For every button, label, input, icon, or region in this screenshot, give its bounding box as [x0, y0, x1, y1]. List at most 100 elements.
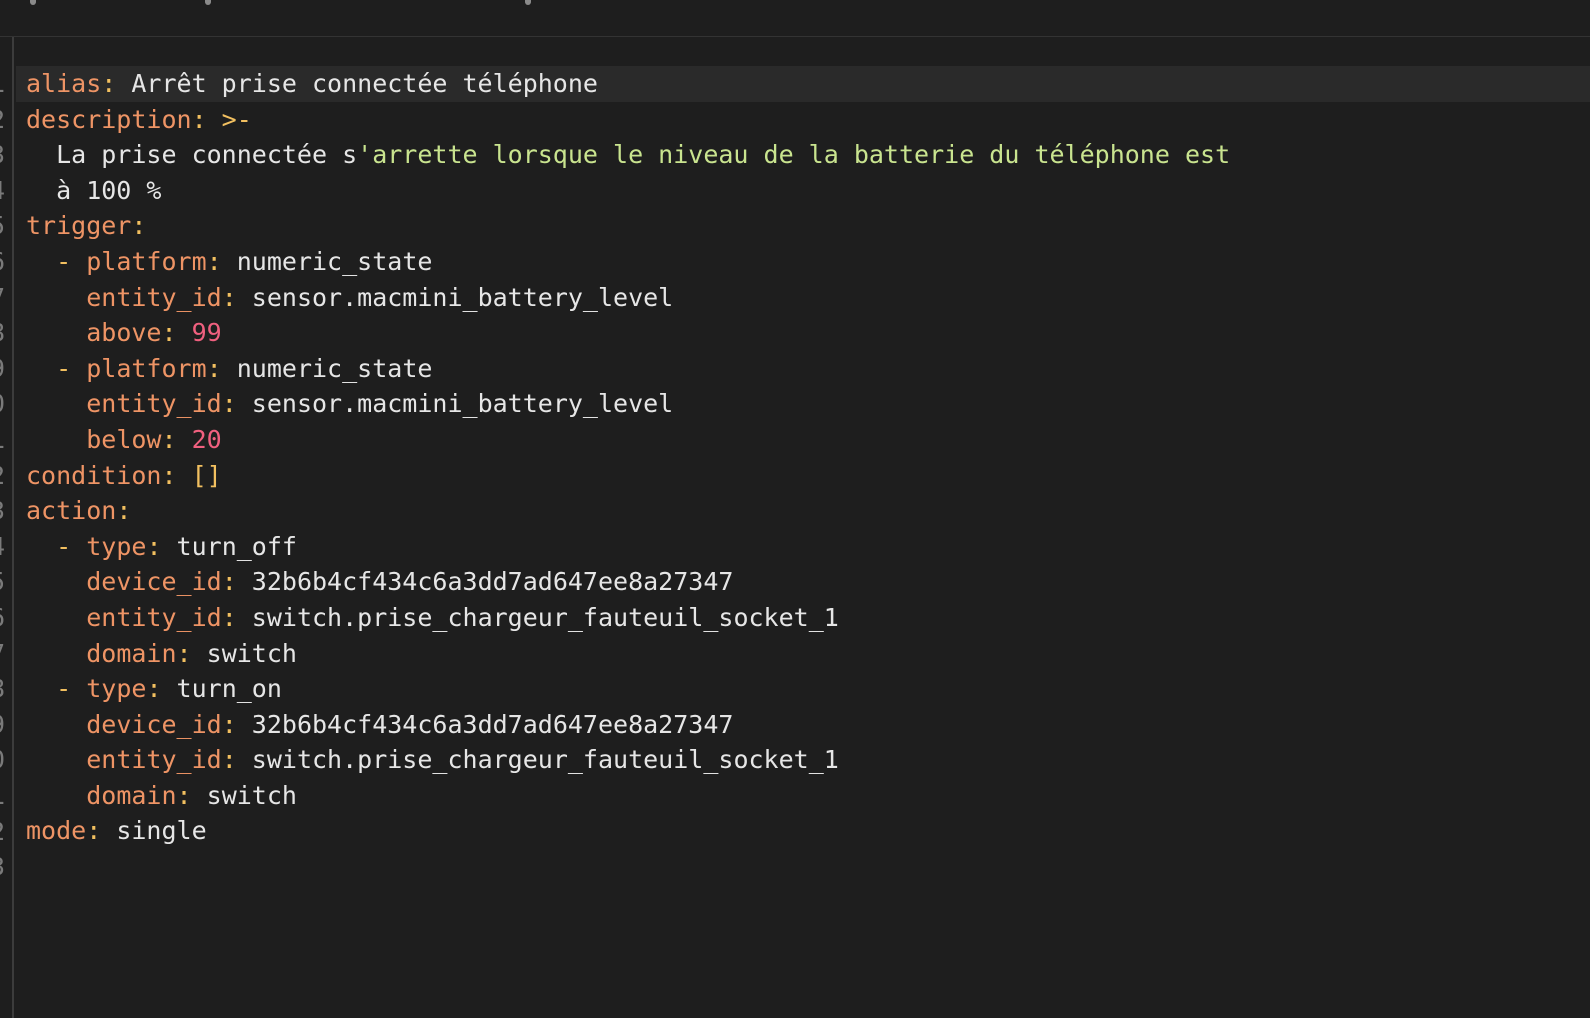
yaml-punctuation: - [26, 531, 87, 561]
code-line[interactable]: à 100 % [16, 173, 1590, 209]
yaml-value: Arrêt prise connectée téléphone [131, 69, 598, 98]
line-number: 7 [0, 280, 5, 316]
code-line[interactable]: device_id: 32b6b4cf434c6a3dd7ad647ee8a27… [16, 564, 1590, 600]
code-line[interactable]: description: >- [16, 102, 1590, 138]
code-line[interactable]: - type: turn_on [16, 671, 1590, 707]
yaml-punctuation: : [221, 709, 252, 739]
yaml-punctuation: : [206, 353, 237, 383]
code-line[interactable]: - platform: numeric_state [16, 351, 1590, 387]
line-number: 3 [0, 137, 5, 173]
yaml-punctuation: : [221, 389, 252, 419]
code-area[interactable]: alias: Arrêt prise connectée téléphone de… [16, 66, 1590, 885]
code-line[interactable]: condition: [] [16, 458, 1590, 494]
yaml-value [26, 639, 86, 668]
code-line[interactable]: La prise connectée s'arrette lorsque le … [16, 137, 1590, 173]
code-line[interactable]: - type: turn_off [16, 529, 1590, 565]
yaml-key: device_id [86, 567, 222, 597]
yaml-punctuation: : [146, 674, 177, 704]
yaml-number: 99 [191, 318, 222, 348]
yaml-key: domain [86, 780, 177, 810]
line-number: 0 [0, 386, 5, 422]
code-line[interactable]: alias: Arrêt prise connectée téléphone [16, 66, 1590, 102]
yaml-key: platform [86, 246, 207, 276]
partial-glyph-icon [525, 0, 531, 5]
line-number: 7 [0, 636, 5, 672]
yaml-punctuation: - [26, 246, 87, 276]
code-line[interactable]: entity_id: sensor.macmini_battery_level [16, 280, 1590, 316]
yaml-key: below [86, 424, 162, 454]
yaml-key: entity_id [86, 282, 222, 312]
code-line[interactable]: trigger: [16, 208, 1590, 244]
yaml-key: condition [26, 460, 162, 490]
yaml-punctuation: : [146, 531, 177, 561]
yaml-key: description [26, 104, 192, 134]
yaml-key: entity_id [86, 389, 222, 419]
line-number: 4 [0, 173, 5, 209]
yaml-number: 20 [191, 424, 222, 454]
yaml-punctuation: : [] [161, 460, 222, 490]
code-line[interactable]: device_id: 32b6b4cf434c6a3dd7ad647ee8a27… [16, 707, 1590, 743]
yaml-key: type [86, 531, 147, 561]
yaml-value: switch [206, 638, 297, 668]
line-number: 1 [0, 778, 5, 814]
yaml-punctuation: : [101, 69, 132, 98]
yaml-key: alias [26, 69, 102, 98]
code-line[interactable] [16, 849, 1590, 885]
yaml-punctuation: - [26, 353, 87, 383]
code-line[interactable]: entity_id: sensor.macmini_battery_level [16, 386, 1590, 422]
yaml-key: device_id [86, 709, 222, 739]
line-number: 9 [0, 351, 5, 387]
yaml-key: action [26, 496, 117, 526]
yaml-punctuation: : [221, 745, 252, 775]
yaml-value: turn_on [176, 674, 282, 704]
yaml-punctuation: : [161, 424, 192, 454]
code-line[interactable]: domain: switch [16, 636, 1590, 672]
code-line[interactable]: action: [16, 493, 1590, 529]
yaml-value: 32b6b4cf434c6a3dd7ad647ee8a27347 [251, 709, 734, 739]
line-number-gutter: 12345678901234567890123 [0, 37, 14, 1018]
yaml-value [26, 710, 86, 739]
yaml-punctuation: : [176, 638, 207, 668]
yaml-value: switch [206, 780, 297, 810]
yaml-value: 32b6b4cf434c6a3dd7ad647ee8a27347 [251, 567, 734, 597]
yaml-punctuation: : [206, 246, 237, 276]
yaml-code-editor[interactable]: 12345678901234567890123 alias: Arrêt pri… [0, 37, 1590, 1018]
yaml-key: mode [26, 816, 87, 846]
code-line[interactable]: domain: switch [16, 778, 1590, 814]
yaml-value: single [116, 816, 207, 846]
line-number: 6 [0, 600, 5, 636]
yaml-punctuation: : [116, 496, 132, 526]
yaml-punctuation: : [161, 318, 192, 348]
yaml-value [26, 781, 86, 810]
editor-top-bar [0, 0, 1590, 37]
code-line[interactable]: entity_id: switch.prise_chargeur_fauteui… [16, 600, 1590, 636]
yaml-key: above [86, 318, 162, 348]
line-number: 5 [0, 208, 5, 244]
line-number: 8 [0, 315, 5, 351]
line-number: 1 [0, 66, 5, 102]
code-line[interactable]: below: 20 [16, 422, 1590, 458]
line-number: 5 [0, 564, 5, 600]
yaml-punctuation: : [221, 602, 252, 632]
line-number: 2 [0, 814, 5, 850]
code-line[interactable]: - platform: numeric_state [16, 244, 1590, 280]
yaml-value: La prise connectée s [26, 140, 358, 170]
yaml-punctuation: : [86, 816, 117, 846]
yaml-value [26, 603, 86, 632]
yaml-value: sensor.macmini_battery_level [251, 282, 674, 312]
yaml-key: entity_id [86, 745, 222, 775]
code-line[interactable]: above: 99 [16, 315, 1590, 351]
yaml-value [26, 425, 86, 454]
line-number: 4 [0, 529, 5, 565]
yaml-key: platform [86, 353, 207, 383]
yaml-string: 'arrette lorsque le niveau de la batteri… [357, 140, 1231, 170]
code-line[interactable]: mode: single [16, 813, 1590, 849]
line-number: 0 [0, 742, 5, 778]
yaml-key: trigger [26, 211, 132, 241]
yaml-value [26, 567, 86, 596]
yaml-punctuation: : [221, 282, 252, 312]
yaml-value [26, 283, 86, 312]
code-line[interactable]: entity_id: switch.prise_chargeur_fauteui… [16, 742, 1590, 778]
yaml-value: switch.prise_chargeur_fauteuil_socket_1 [251, 602, 839, 632]
line-number: 3 [0, 849, 5, 885]
